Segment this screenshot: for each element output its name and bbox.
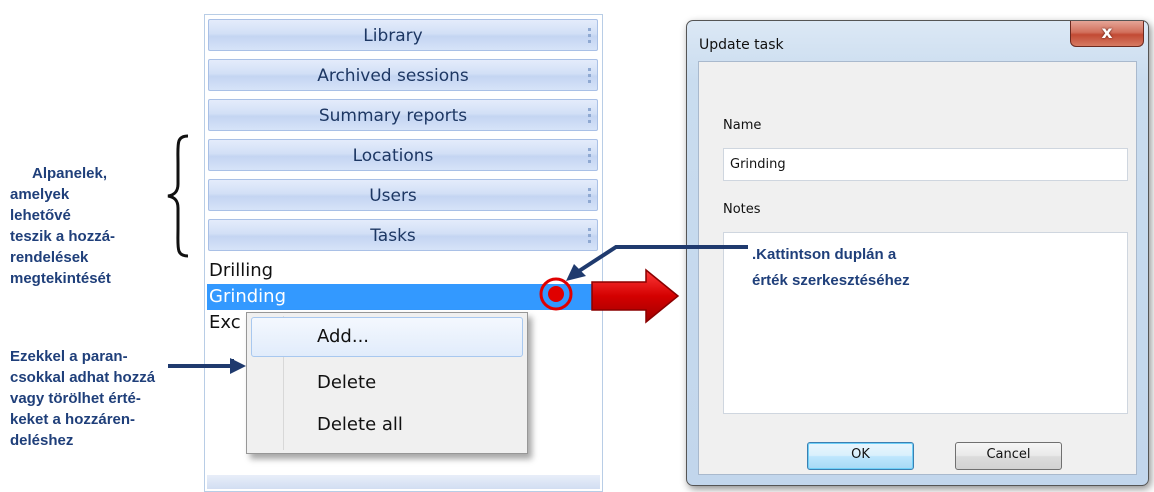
subpanel-header-tasks[interactable]: Tasks <box>208 219 598 251</box>
annotation-line: vagy törölhet érté- <box>10 390 141 407</box>
annotation-line: Ezekkel a paran- <box>10 348 128 365</box>
grip-icon <box>588 108 591 124</box>
annotation-line: lehetővé <box>10 207 71 224</box>
annotation-line: Alpanelek, <box>32 165 108 182</box>
annotation-line: megtekintését <box>10 270 111 287</box>
notes-label: Notes <box>723 202 761 217</box>
panel-bottom-bar <box>207 475 600 489</box>
annotation-line: keket a hozzáren- <box>10 411 136 428</box>
ok-button[interactable]: OK <box>807 442 914 470</box>
subpanel-header-users[interactable]: Users <box>208 179 598 211</box>
annotation-line: csokkal adhat hozzá <box>10 369 156 386</box>
subpanel-header-label: Tasks <box>370 226 416 246</box>
annotation-line: .Kattintson duplán a <box>752 246 897 263</box>
grip-icon <box>588 148 591 164</box>
annotation-line: érték szerkesztéséhez <box>752 272 910 289</box>
grip-icon <box>588 68 591 84</box>
subpanel-header-label: Locations <box>352 146 434 166</box>
grip-icon <box>588 228 591 244</box>
subpanel-header-summary-reports[interactable]: Summary reports <box>208 99 598 131</box>
task-list-item[interactable]: Drilling <box>207 258 600 284</box>
big-red-arrow-icon <box>591 268 680 324</box>
context-menu: Add... Delete Delete all <box>246 312 528 454</box>
annotation-line: rendelések <box>10 249 89 266</box>
subpanel-header-label: Library <box>363 26 423 46</box>
subpanel-header-archived-sessions[interactable]: Archived sessions <box>208 59 598 91</box>
task-list-item-selected[interactable]: Grinding <box>207 284 600 310</box>
subpanel-header-label: Summary reports <box>318 106 468 126</box>
curly-brace-icon <box>167 134 189 258</box>
annotation-callout: .Kattintson duplán a érték szerkesztéséh… <box>752 242 910 294</box>
close-icon: x <box>1101 23 1113 43</box>
cancel-button[interactable]: Cancel <box>955 442 1062 470</box>
menu-item-delete[interactable]: Delete <box>251 363 523 403</box>
grip-icon <box>588 28 591 44</box>
subpanel-header-label: Users <box>369 186 417 206</box>
subpanel-header-library[interactable]: Library <box>208 19 598 51</box>
annotation-line: amelyek <box>10 186 70 203</box>
subpanel-header-locations[interactable]: Locations <box>208 139 598 171</box>
close-button[interactable]: x <box>1070 21 1144 47</box>
subpanel-header-label: Archived sessions <box>317 66 469 86</box>
annotation-line: deléshez <box>10 432 74 449</box>
dialog-title: Update task <box>699 37 784 53</box>
menu-item-add[interactable]: Add... <box>251 317 523 357</box>
name-label: Name <box>723 118 762 133</box>
annotation-line: teszik a hozzá- <box>10 228 116 245</box>
name-input[interactable] <box>723 148 1128 181</box>
annotation-commands: Ezekkel a paran- csokkal adhat hozzá vag… <box>10 346 155 451</box>
menu-item-delete-all[interactable]: Delete all <box>251 405 523 445</box>
annotation-subpanels: Alpanelek, amelyek lehetővé teszik a hoz… <box>10 163 115 289</box>
grip-icon <box>588 188 591 204</box>
